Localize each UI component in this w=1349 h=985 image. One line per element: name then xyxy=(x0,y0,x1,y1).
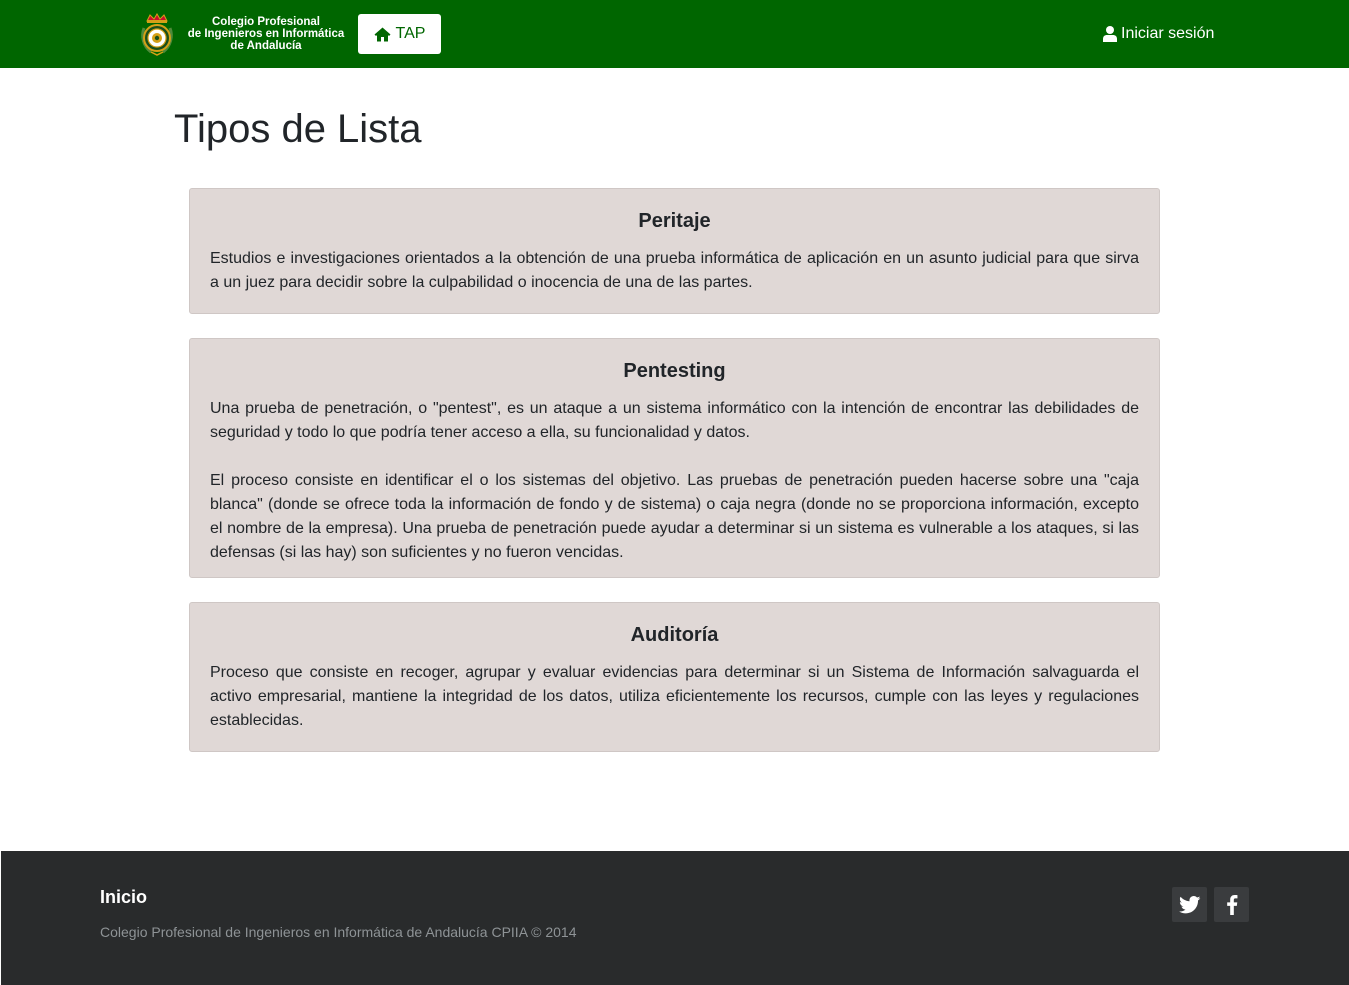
twitter-icon xyxy=(1178,895,1200,913)
page-title: Tipos de Lista xyxy=(174,107,422,151)
card-title: Auditoría xyxy=(630,624,719,646)
brand-line: de Ingenieros en Informática xyxy=(187,28,345,40)
login-link[interactable]: Iniciar sesión xyxy=(1103,22,1214,46)
login-label: Iniciar sesión xyxy=(1121,25,1215,42)
twitter-button[interactable] xyxy=(1172,887,1207,922)
brand-line: de Andalucía xyxy=(230,40,302,52)
brand-line: Colegio Profesional xyxy=(212,16,320,28)
home-icon xyxy=(374,27,391,41)
tap-home-button[interactable]: TAP xyxy=(358,14,441,54)
card-description: Proceso que consiste en recoger, agrupar… xyxy=(210,664,1139,729)
tap-button-label: TAP xyxy=(395,25,426,42)
list-type-card-auditoria: Auditoría Proceso que consiste en recoge… xyxy=(189,602,1160,752)
crest-logo-icon xyxy=(141,13,173,56)
copyright-text: Colegio Profesional de Ingenieros en Inf… xyxy=(100,924,577,940)
list-type-card-peritaje: Peritaje Estudios e investigaciones orie… xyxy=(189,188,1160,314)
card-description: Una prueba de penetración, o "pentest", … xyxy=(210,400,1139,441)
card-description: Estudios e investigaciones orientados a … xyxy=(210,250,1139,291)
navbar: Colegio Profesional de Ingenieros en Inf… xyxy=(0,0,1349,68)
footer-home-link[interactable]: Inicio xyxy=(100,886,147,908)
footer: Inicio Colegio Profesional de Ingenieros… xyxy=(1,851,1349,985)
brand-link[interactable]: Colegio Profesional de Ingenieros en Inf… xyxy=(137,12,349,56)
list-type-card-pentesting: Pentesting Una prueba de penetración, o … xyxy=(189,338,1160,578)
user-icon xyxy=(1103,26,1117,42)
card-title: Peritaje xyxy=(638,210,711,232)
facebook-button[interactable] xyxy=(1214,887,1249,922)
brand-name: Colegio Profesional de Ingenieros en Inf… xyxy=(183,16,349,52)
card-title: Pentesting xyxy=(623,360,726,382)
facebook-icon xyxy=(1226,894,1237,915)
card-description: El proceso consiste en identificar el o … xyxy=(210,472,1139,561)
